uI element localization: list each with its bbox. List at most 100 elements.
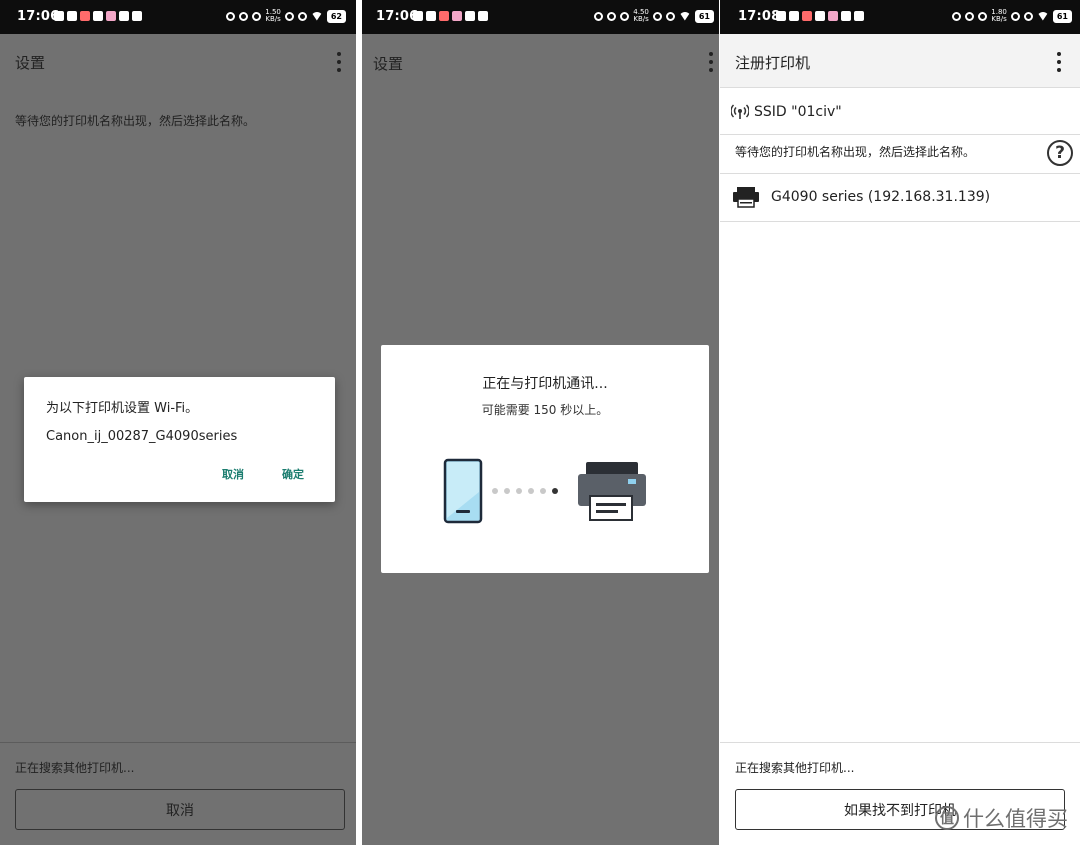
- register-printer-screen: 17:08 1.80 KB/s 61 注册打印机 SSID "01civ" 等待…: [720, 0, 1080, 845]
- progress-dot-active: [552, 488, 558, 494]
- location-icon: [607, 11, 617, 21]
- battery-indicator: 62: [326, 9, 346, 23]
- video-icon: [426, 11, 436, 21]
- network-speed: 1.50 KB/s: [265, 9, 281, 23]
- more-options-icon[interactable]: [1055, 52, 1063, 72]
- watermark: 值 什么值得买: [935, 803, 1068, 833]
- app-bar: 注册打印机: [720, 34, 1080, 88]
- app-icon: [439, 11, 449, 21]
- wifi-icon: [310, 11, 323, 21]
- signal-icon: [297, 11, 307, 21]
- more-options-icon[interactable]: [707, 52, 715, 72]
- video-icon: [789, 11, 799, 21]
- app-icon: [828, 11, 838, 21]
- network-speed-unit: KB/s: [991, 15, 1007, 23]
- divider: [720, 742, 1080, 743]
- signal-icon: [284, 11, 294, 21]
- check-icon: [478, 11, 488, 21]
- watermark-text: 什么值得买: [963, 807, 1068, 831]
- wechat-icon: [93, 11, 103, 21]
- video-icon: [67, 11, 77, 21]
- page-title: 设置: [15, 54, 46, 72]
- network-speed-unit: KB/s: [633, 15, 649, 23]
- watermark-logo-icon: 值: [935, 806, 959, 830]
- ssid-label: SSID "01civ": [754, 104, 842, 120]
- signal-icon: [665, 11, 675, 21]
- status-bar: 17:08 1.80 KB/s 61: [720, 0, 1080, 34]
- printer-icon: [733, 187, 759, 208]
- cloud-icon: [776, 11, 786, 21]
- communicating-dialog: 正在与打印机通讯... 可能需要 150 秒以上。: [381, 345, 709, 573]
- network-speed: 1.80 KB/s: [991, 9, 1007, 23]
- check-icon: [854, 11, 864, 21]
- printer-name: G4090 series (192.168.31.139): [771, 189, 991, 205]
- alarm-icon: [226, 11, 236, 21]
- app-icon: [452, 11, 462, 21]
- cloud-icon: [413, 11, 423, 21]
- status-time: 17:08: [738, 9, 781, 24]
- dialog-ok-button[interactable]: 确定: [282, 466, 304, 482]
- setup-wifi-screen: 17:06 1.50 KB/s 62 设置 等待您的打印机名称出现，然后选择此名: [0, 0, 356, 845]
- dialog-subtitle: 可能需要 150 秒以上。: [481, 403, 609, 417]
- wireless-signal-icon: [731, 104, 749, 119]
- communicating-screen: 17:06 4.50 KB/s 61 设置 正在与打印机通讯... 可能需要 1…: [362, 0, 719, 845]
- wechat-icon: [815, 11, 825, 21]
- signal-icon: [652, 11, 662, 21]
- system-icons: 1.80 KB/s 61: [952, 9, 1072, 23]
- page-title: 设置: [373, 55, 404, 73]
- progress-dot: [528, 488, 534, 494]
- printer-list-item[interactable]: G4090 series (192.168.31.139): [720, 174, 1080, 222]
- battery-indicator: 61: [694, 9, 714, 23]
- bluetooth-icon: [620, 11, 630, 21]
- status-bar: 17:06 4.50 KB/s 61: [362, 0, 719, 34]
- ssid-row: SSID "01civ": [720, 89, 1080, 135]
- signal-icon: [1010, 11, 1020, 21]
- status-bar: 17:06 1.50 KB/s 62: [0, 0, 356, 34]
- divider: [0, 742, 356, 743]
- progress-dots: [492, 488, 558, 494]
- searching-text: 正在搜索其他打印机...: [735, 761, 855, 775]
- printer-icon: [578, 462, 646, 521]
- notification-icons: [776, 11, 864, 21]
- instruction-text: 等待您的打印机名称出现，然后选择此名称。: [735, 145, 976, 159]
- wifi-setup-dialog: 为以下打印机设置 Wi-Fi。 Canon_ij_00287_G4090seri…: [24, 377, 335, 502]
- dialog-title: 正在与打印机通讯...: [482, 376, 608, 392]
- app-icon: [841, 11, 851, 21]
- location-icon: [239, 11, 249, 21]
- battery-indicator: 61: [1052, 9, 1072, 23]
- bluetooth-icon: [978, 11, 988, 21]
- notification-icons: [54, 11, 142, 21]
- app-icon: [80, 11, 90, 21]
- more-options-icon[interactable]: [335, 52, 343, 72]
- instruction-row: 等待您的打印机名称出现，然后选择此名称。 ?: [720, 135, 1080, 174]
- cloud-icon: [54, 11, 64, 21]
- system-icons: 4.50 KB/s 61: [594, 9, 714, 23]
- system-icons: 1.50 KB/s 62: [226, 9, 346, 23]
- dialog-cancel-button[interactable]: 取消: [222, 466, 244, 482]
- progress-dot: [504, 488, 510, 494]
- check-icon: [132, 11, 142, 21]
- app-icon: [119, 11, 129, 21]
- instruction-text: 等待您的打印机名称出现，然后选择此名称。: [15, 114, 256, 128]
- alarm-icon: [952, 11, 962, 21]
- network-speed-unit: KB/s: [265, 15, 281, 23]
- progress-dot: [540, 488, 546, 494]
- network-speed: 4.50 KB/s: [633, 9, 649, 23]
- alarm-icon: [594, 11, 604, 21]
- progress-dot: [492, 488, 498, 494]
- location-icon: [965, 11, 975, 21]
- page-title: 注册打印机: [735, 54, 811, 72]
- cancel-button[interactable]: 取消: [15, 789, 345, 830]
- app-icon: [106, 11, 116, 21]
- signal-icon: [1023, 11, 1033, 21]
- dialog-title: 为以下打印机设置 Wi-Fi。: [46, 401, 199, 416]
- bluetooth-icon: [252, 11, 262, 21]
- help-icon[interactable]: ?: [1047, 140, 1073, 166]
- app-icon: [465, 11, 475, 21]
- smartphone-icon: [443, 458, 483, 524]
- app-icon: [802, 11, 812, 21]
- wifi-icon: [678, 11, 691, 21]
- progress-dot: [516, 488, 522, 494]
- printer-ssid-name: Canon_ij_00287_G4090series: [46, 429, 238, 444]
- notification-icons: [413, 11, 488, 21]
